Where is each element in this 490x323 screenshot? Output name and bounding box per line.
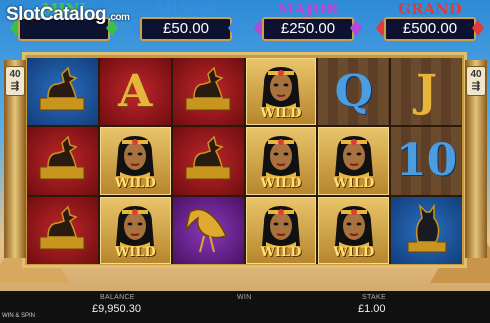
reel-cell: A xyxy=(99,58,171,126)
reel-cell: WILD xyxy=(245,196,317,264)
reel-cell: WILD xyxy=(99,196,171,264)
reel-cell xyxy=(27,196,98,264)
game-scene: SlotCatalog .com MINI MINOR £50.00 MAJOR … xyxy=(0,0,490,323)
reel-cell xyxy=(27,127,98,195)
jackpot-major: MAJOR £250.00 xyxy=(252,0,364,46)
anubis-statue-icon xyxy=(34,203,90,258)
reel-cell: WILD xyxy=(245,58,317,126)
wild-label: WILD xyxy=(260,106,302,122)
reel-cell xyxy=(172,58,244,126)
bottom-bar: WIN & SPIN BALANCE £9,950.30 WIN STAKE £… xyxy=(0,291,490,323)
card-symbol: 10 xyxy=(395,135,458,187)
reel-cell: WILD xyxy=(245,127,317,195)
card-symbol: J xyxy=(416,66,437,118)
anubis-statue-icon xyxy=(180,64,236,119)
reel-cell xyxy=(391,196,462,264)
balance-label: BALANCE xyxy=(100,294,135,301)
anubis-statue-icon xyxy=(180,133,236,188)
jackpot-major-amount: £250.00 xyxy=(262,17,354,41)
jackpot-grand: GRAND £500.00 xyxy=(374,0,486,46)
stake-label: STAKE xyxy=(362,294,386,301)
paylines-indicator-right: 40 ⇶ xyxy=(466,66,486,96)
jackpot-major-title: MAJOR xyxy=(277,0,339,18)
reel-cell: WILD xyxy=(318,127,390,195)
card-symbol: Q xyxy=(334,66,373,118)
reel-cell xyxy=(172,196,244,264)
wild-label: WILD xyxy=(333,245,375,260)
wild-label: WILD xyxy=(114,175,156,191)
wild-label: WILD xyxy=(114,245,156,260)
card-symbol: A xyxy=(118,66,153,118)
reel-cell: J xyxy=(391,58,462,126)
ibis-icon xyxy=(180,200,236,261)
jackpot-minor: MINOR £50.00 xyxy=(130,0,242,46)
jackpot-minor-amount: £50.00 xyxy=(140,17,232,41)
reel-cell: 10 xyxy=(391,127,462,195)
paylines-indicator-left: 40 ⇶ xyxy=(5,66,25,96)
wild-label: WILD xyxy=(333,175,375,191)
balance-value: £9,950.30 xyxy=(92,303,141,315)
win-label: WIN xyxy=(237,294,252,301)
anubis-statue-icon xyxy=(34,133,90,188)
reel-cell: WILD xyxy=(318,196,390,264)
wild-label: WILD xyxy=(260,245,302,260)
reel-cell xyxy=(27,58,98,126)
watermark-logo: SlotCatalog .com xyxy=(6,4,130,25)
jackpot-grand-title: GRAND xyxy=(398,0,462,18)
jackpot-minor-title: MINOR xyxy=(154,0,218,18)
bastet-cat-icon xyxy=(402,200,452,261)
wild-label: WILD xyxy=(260,175,302,191)
reel-grid[interactable]: A WILD Q J WILD WILD WILD 10 WILD WILD WILD xyxy=(27,58,462,264)
game-mode-label: WIN & SPIN xyxy=(2,313,36,319)
anubis-statue-icon xyxy=(34,64,90,119)
reel-cell: Q xyxy=(318,58,390,126)
reel-cell: WILD xyxy=(99,127,171,195)
stake-value: £1.00 xyxy=(358,303,386,315)
jackpot-grand-amount: £500.00 xyxy=(384,17,476,41)
reel-cell xyxy=(172,127,244,195)
